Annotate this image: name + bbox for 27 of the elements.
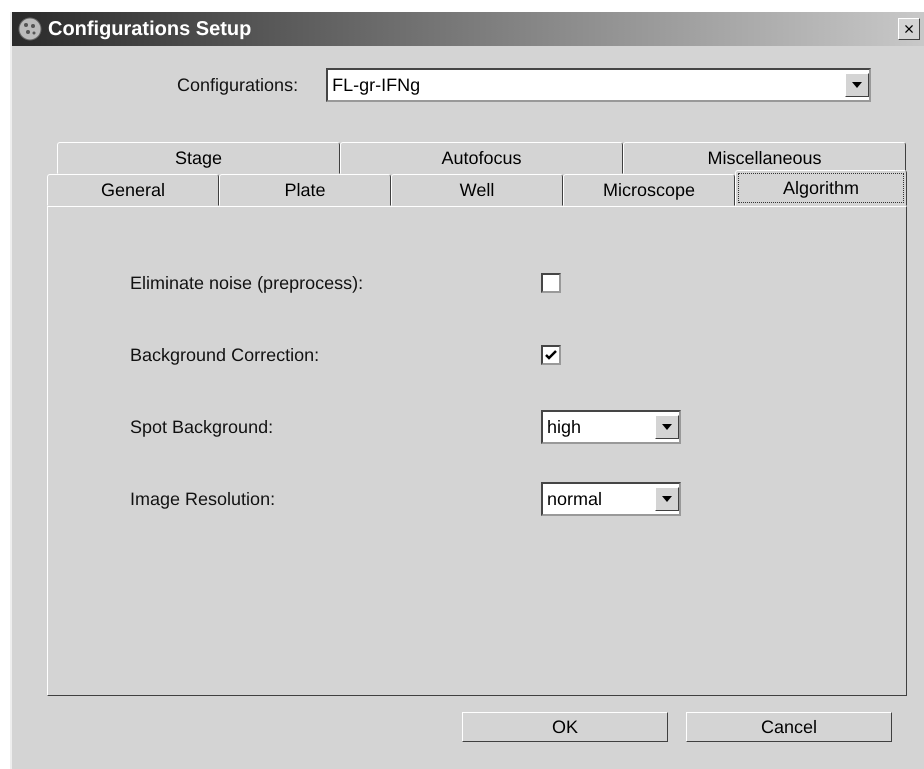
tab[interactable]: General	[47, 174, 219, 206]
tab[interactable]: Algorithm	[735, 170, 907, 206]
tab[interactable]: Plate	[219, 174, 391, 206]
close-button[interactable]: ×	[898, 18, 920, 40]
dropdown-arrow-icon	[851, 81, 864, 89]
dropdown[interactable]: high	[541, 410, 681, 444]
setting-label: Image Resolution:	[130, 488, 276, 510]
setting-label: Spot Background:	[130, 416, 274, 438]
check-icon	[545, 350, 557, 360]
dropdown-arrow-icon	[661, 423, 673, 431]
tab[interactable]: Autofocus	[340, 142, 623, 174]
tab[interactable]: Microscope	[563, 174, 735, 206]
setting-label: Background Correction:	[130, 344, 320, 366]
tab[interactable]: Stage	[57, 142, 340, 174]
configurations-label: Configurations:	[177, 74, 298, 96]
checkbox[interactable]	[541, 345, 561, 365]
tab[interactable]: Miscellaneous	[623, 142, 906, 174]
dialog-button[interactable]: OK	[462, 712, 668, 742]
checkbox[interactable]	[541, 273, 561, 293]
setting-label: Eliminate noise (preprocess):	[130, 272, 364, 294]
dropdown-arrow-icon	[661, 495, 673, 503]
window-title: Configurations Setup	[48, 18, 252, 40]
tab[interactable]: Well	[391, 174, 563, 206]
app-icon	[18, 17, 42, 41]
dialog-button[interactable]: Cancel	[686, 712, 892, 742]
dropdown[interactable]: normal	[541, 482, 681, 516]
configurations-dropdown[interactable]: FL-gr-IFNg	[326, 68, 872, 102]
